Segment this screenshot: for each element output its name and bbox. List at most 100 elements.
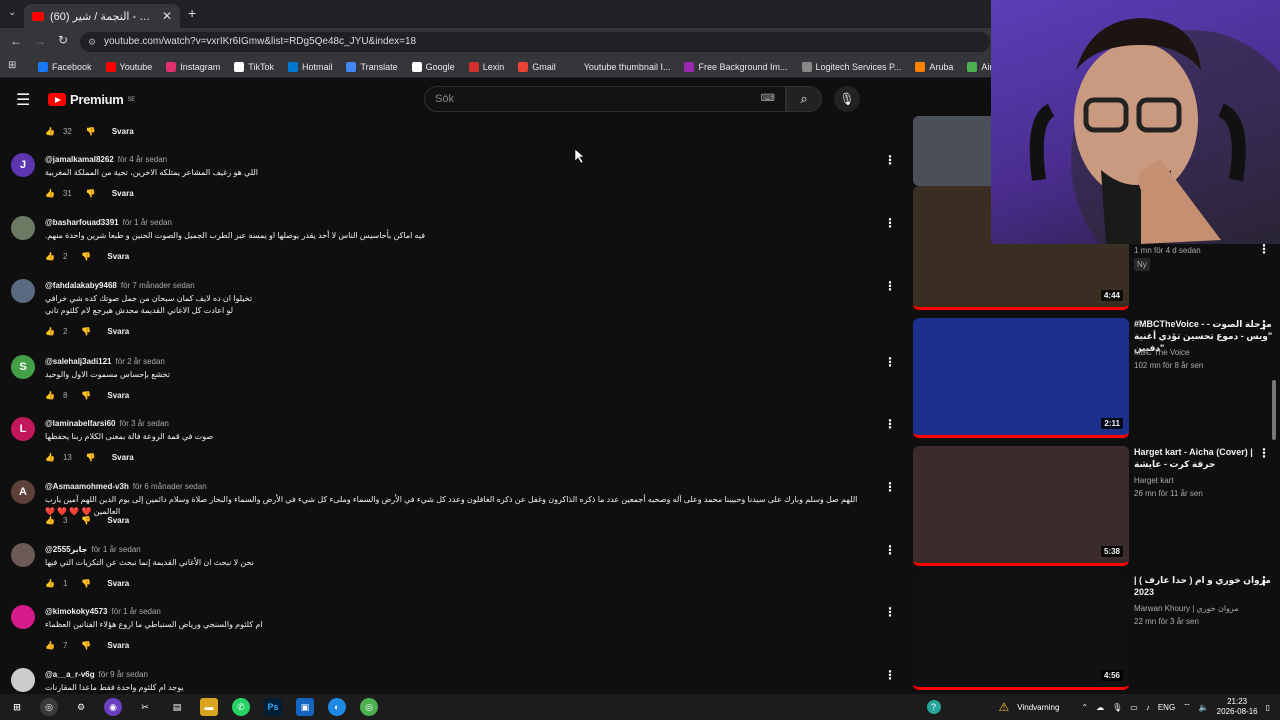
capcut-taskbar-icon[interactable]: ✂ (136, 698, 154, 716)
comment-author[interactable]: @kimokoky4573 (45, 607, 108, 616)
voice-search-button[interactable]: 🎙 (834, 86, 860, 112)
reply-button[interactable]: Svara (107, 579, 129, 588)
dislike-icon[interactable]: 👎 (86, 453, 96, 462)
chrome-2-taskbar-icon[interactable]: ◎ (360, 698, 378, 716)
keyboard-icon[interactable]: ⌨ (761, 87, 775, 111)
vpn-taskbar-icon[interactable]: ◐ (328, 698, 346, 716)
comment-menu-icon[interactable]: ⋮ (884, 480, 896, 494)
comment-menu-icon[interactable]: ⋮ (884, 668, 896, 682)
hamburger-menu-icon[interactable]: ☰ (16, 90, 30, 110)
video-channel[interactable]: Marwan Khoury | مروان خوري (1134, 602, 1239, 615)
browser-taskbar-icon[interactable]: ◉ (104, 698, 122, 716)
bookmark-item[interactable]: Lexin (468, 61, 504, 72)
site-info-icon[interactable]: ⚙ (88, 32, 96, 52)
like-icon[interactable]: 👍 (45, 516, 55, 525)
reply-button[interactable]: Svara (107, 252, 129, 261)
reply-button[interactable]: Svara (112, 453, 134, 462)
sidebar-scrollbar[interactable] (1272, 380, 1276, 440)
comment-time[interactable]: för 1 år sedan (91, 545, 140, 554)
apps-grid-icon[interactable]: ⊞ (8, 60, 16, 71)
commenter-avatar[interactable]: S (11, 355, 35, 379)
comment-time[interactable]: för 3 år sedan (120, 419, 169, 428)
like-icon[interactable]: 👍 (45, 579, 55, 588)
bookmark-item[interactable]: Translate (346, 61, 398, 72)
comment-menu-icon[interactable]: ⋮ (884, 543, 896, 557)
bookmark-item[interactable]: Free Background Im... (684, 61, 788, 72)
bookmark-item[interactable]: Instagram (166, 61, 220, 72)
dislike-icon[interactable]: 👎 (81, 327, 91, 336)
dislike-icon[interactable]: 👎 (81, 252, 91, 261)
reply-button[interactable]: Svara (107, 391, 129, 400)
commenter-avatar[interactable] (11, 668, 35, 692)
start-icon[interactable]: ⊞ (8, 698, 26, 716)
bookmark-item[interactable]: Google (411, 61, 455, 72)
video-title[interactable]: Harget kart - Aicha (Cover) | حرقة كرت -… (1134, 446, 1274, 470)
language-indicator[interactable]: ENG (1158, 703, 1175, 712)
dislike-icon[interactable]: 👎 (81, 579, 91, 588)
reply-button[interactable]: Svara (112, 189, 134, 198)
browser-tab[interactable]: (60) شيري ستوديو - النجمة / شير ✕ (24, 4, 180, 28)
address-bar[interactable]: ⚙ youtube.com/watch?v=vxrIKr6IGmw&list=R… (80, 32, 990, 52)
search-input[interactable]: Sök ⌨ (424, 86, 786, 112)
speaker-icon[interactable]: 🔈 (1199, 703, 1209, 712)
remote-desktop-taskbar-icon[interactable]: ▣ (296, 698, 314, 716)
reply-button[interactable]: Svara (107, 641, 129, 650)
comment-menu-icon[interactable]: ⋮ (884, 279, 896, 293)
commenter-avatar[interactable] (11, 216, 35, 240)
like-icon[interactable]: 👍 (45, 127, 55, 136)
comment-author[interactable]: @a__a_r-v6g (45, 670, 95, 679)
dislike-icon[interactable]: 👎 (86, 127, 96, 136)
video-thumbnail[interactable]: 5:38 (913, 446, 1129, 566)
comment-time[interactable]: för 2 år sedan (116, 357, 165, 366)
reply-button[interactable]: Svara (112, 127, 134, 136)
settings-taskbar-icon[interactable]: ⚙ (72, 698, 90, 716)
video-menu-icon[interactable]: ⋮ (1258, 574, 1270, 588)
comment-author[interactable]: @basharfouad3391 (45, 218, 119, 227)
video-channel[interactable]: Harget kart (1134, 474, 1174, 487)
comment-author[interactable]: @Asmaamohmed-v3h (45, 482, 129, 491)
commenter-avatar[interactable] (11, 605, 35, 629)
bookmark-item[interactable]: Facebook (38, 61, 92, 72)
comment-time[interactable]: för 7 månader sedan (121, 281, 195, 290)
whatsapp-taskbar-icon[interactable]: ✆ (232, 698, 250, 716)
like-icon[interactable]: 👍 (45, 327, 55, 336)
youtube-logo[interactable]: Premium SE (48, 92, 135, 107)
video-menu-icon[interactable]: ⋮ (1258, 446, 1270, 460)
display-icon[interactable]: ▭ (1130, 703, 1138, 712)
commenter-avatar[interactable] (11, 279, 35, 303)
video-menu-icon[interactable]: ⋮ (1258, 318, 1270, 332)
folder-taskbar-icon[interactable]: ▬ (200, 698, 218, 716)
commenter-avatar[interactable]: A (11, 480, 35, 504)
video-title[interactable]: مروان خوري و ام ( حدا عارف ) | 2023 (1134, 574, 1274, 598)
bookmark-item[interactable]: Youtube (105, 61, 152, 72)
bookmark-item[interactable]: Logitech Services P... (801, 61, 901, 72)
network-icon[interactable]: ☁ (1096, 703, 1104, 712)
tab-search-chevron-icon[interactable]: ⌄ (8, 7, 16, 18)
show-hidden-icons-icon[interactable]: ⌃ (1081, 703, 1088, 712)
comment-author[interactable]: @laminabelfarsi60 (45, 419, 116, 428)
clock[interactable]: 21:23 2026-08-16 (1217, 697, 1258, 717)
bookmark-item[interactable]: Hotmail (287, 61, 332, 72)
like-icon[interactable]: 👍 (45, 252, 55, 261)
microphone-tray-icon[interactable]: 🎙 (1112, 703, 1122, 712)
comment-menu-icon[interactable]: ⋮ (884, 153, 896, 167)
commenter-avatar[interactable]: L (11, 417, 35, 441)
commenter-avatar[interactable]: J (11, 153, 35, 177)
comment-time[interactable]: för 1 år sedan (123, 218, 172, 227)
commenter-avatar[interactable] (11, 543, 35, 567)
video-thumbnail[interactable]: 4:56 (913, 574, 1129, 690)
help-icon[interactable]: ? (926, 700, 941, 714)
comment-author[interactable]: @2555جابر (45, 545, 87, 554)
volume-icon[interactable]: ♪ (1146, 703, 1150, 712)
like-icon[interactable]: 👍 (45, 189, 55, 198)
comment-menu-icon[interactable]: ⋮ (884, 605, 896, 619)
photoshop-taskbar-icon[interactable]: Ps (264, 698, 282, 716)
comment-time[interactable]: för 4 år sedan (118, 155, 167, 164)
close-tab-icon[interactable]: ✕ (162, 9, 172, 23)
bookmark-item[interactable]: Gmail (518, 61, 556, 72)
bookmark-item[interactable]: TikTok (234, 61, 274, 72)
dislike-icon[interactable]: 👎 (81, 391, 91, 400)
comment-menu-icon[interactable]: ⋮ (884, 417, 896, 431)
back-icon[interactable]: ← (10, 34, 22, 48)
dislike-icon[interactable]: 👎 (86, 189, 96, 198)
